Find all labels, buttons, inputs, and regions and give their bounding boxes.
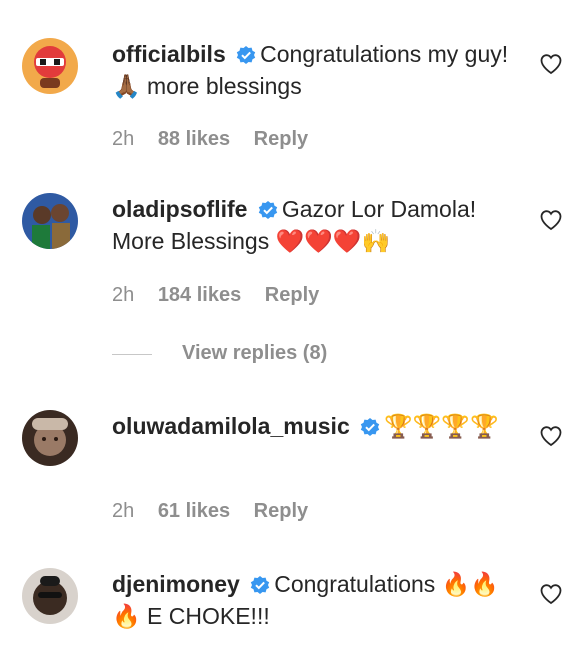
comment-username[interactable]: oluwadamilola_music: [112, 413, 350, 439]
reply-button[interactable]: Reply: [254, 500, 308, 522]
avatar[interactable]: [22, 193, 78, 249]
comment-body: djenimoney Congratulations 🔥🔥🔥 E CHOKE!!…: [112, 568, 512, 632]
comment-body: oladipsoflife Gazor Lor Damola! More Ble…: [112, 193, 512, 257]
avatar[interactable]: [22, 410, 78, 466]
avatar[interactable]: [22, 568, 78, 624]
view-replies-button[interactable]: View replies (8): [182, 342, 327, 365]
likes-count[interactable]: 61 likes: [158, 500, 230, 522]
comment-username[interactable]: djenimoney: [112, 571, 240, 597]
avatar-officialbils: [22, 38, 78, 94]
view-replies-divider: [112, 354, 152, 355]
comment-meta: 2h 88 likes Reply: [112, 128, 326, 151]
comment-username[interactable]: oladipsoflife: [112, 196, 247, 222]
like-heart-icon[interactable]: [539, 208, 563, 232]
comment-body: officialbils Congratulations my guy! 🙏🏾 …: [112, 38, 512, 102]
likes-count[interactable]: 88 likes: [158, 128, 230, 150]
avatar-djenimoney: [22, 568, 78, 624]
comment-time: 2h: [112, 128, 135, 150]
like-heart-icon[interactable]: [539, 52, 563, 76]
comment-meta: 2h 184 likes Reply: [112, 284, 337, 307]
comment-text: 🏆🏆🏆🏆: [384, 413, 499, 439]
avatar-oluwadamilola_music: [22, 410, 78, 466]
likes-count[interactable]: 184 likes: [158, 284, 241, 306]
comment-username[interactable]: officialbils: [112, 41, 226, 67]
verified-badge-icon: [236, 46, 256, 64]
reply-button[interactable]: Reply: [265, 284, 319, 306]
comment-time: 2h: [112, 284, 135, 306]
comment-time: 2h: [112, 500, 135, 522]
verified-badge-icon: [251, 576, 270, 594]
reply-button[interactable]: Reply: [254, 128, 308, 150]
comment-body: oluwadamilola_music 🏆🏆🏆🏆: [112, 410, 512, 442]
avatar[interactable]: [22, 38, 78, 94]
comment-meta: 2h 61 likes Reply: [112, 500, 326, 523]
like-heart-icon[interactable]: [539, 582, 563, 606]
verified-badge-icon: [360, 418, 380, 436]
verified-badge-icon: [258, 201, 278, 219]
like-heart-icon[interactable]: [539, 424, 563, 448]
avatar-oladipsoflife: [22, 193, 78, 249]
